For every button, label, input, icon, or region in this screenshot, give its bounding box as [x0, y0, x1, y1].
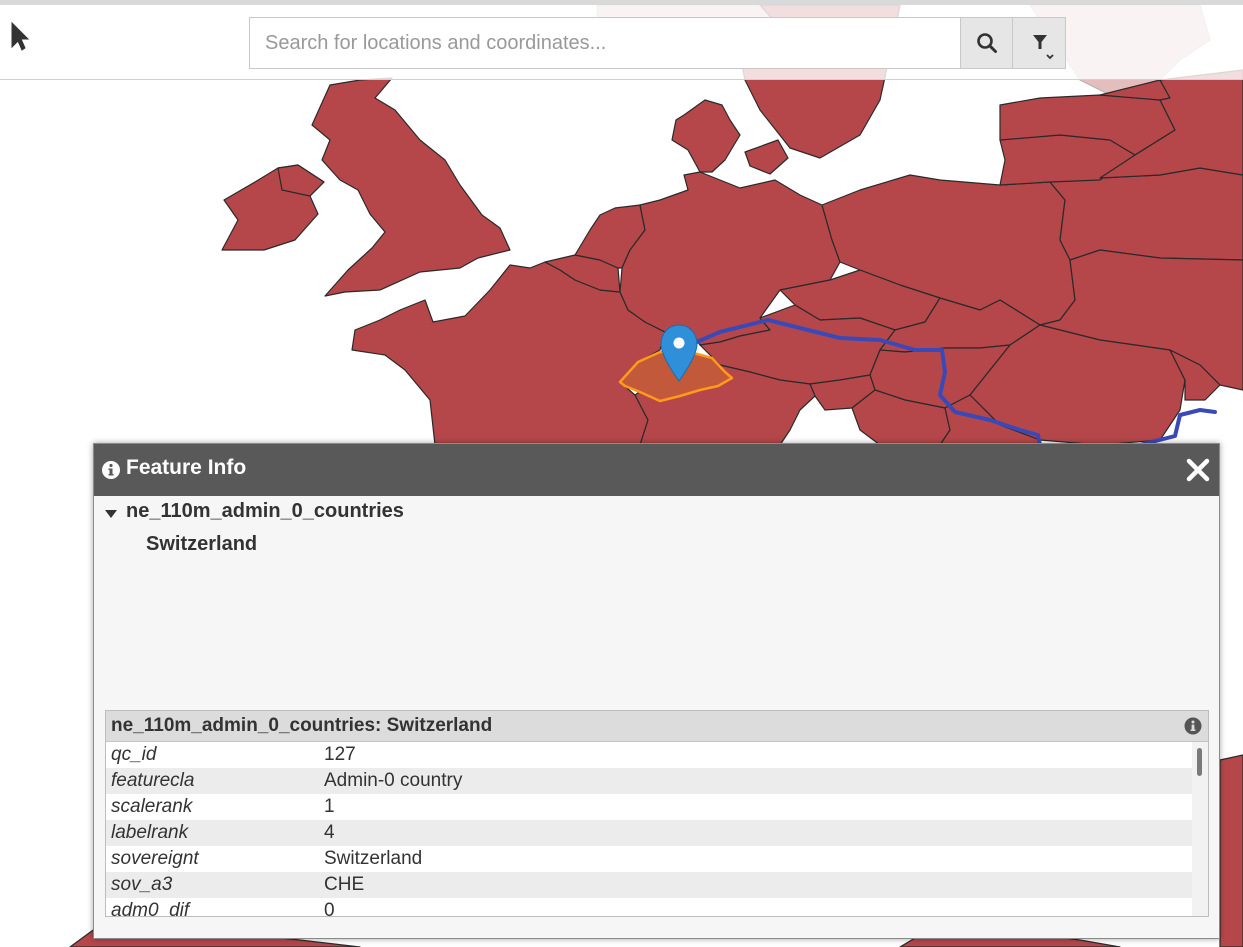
attribute-value: CHE — [324, 874, 365, 895]
info-icon[interactable] — [1184, 717, 1202, 735]
attribute-key: labelrank — [111, 822, 189, 843]
search-box — [249, 17, 1066, 69]
table-row: scalerank 1 — [106, 794, 1192, 820]
country-belarus[interactable] — [1049, 167, 1243, 261]
table-row: labelrank 4 — [106, 820, 1192, 846]
country-turkey-bottom[interactable] — [1219, 754, 1243, 947]
attribute-rows: qc_id 127 featurecla Admin-0 country sca… — [106, 742, 1192, 917]
feature-info-dialog: Feature Info ne_110m_admin_0_countries S… — [93, 443, 1220, 939]
search-input[interactable] — [250, 18, 960, 68]
filter-button[interactable] — [1012, 18, 1065, 68]
attribute-value: 4 — [324, 822, 335, 843]
table-row: sov_a3 CHE — [106, 872, 1192, 898]
close-icon — [1186, 458, 1210, 482]
close-button[interactable] — [1185, 457, 1211, 483]
caret-down-icon[interactable] — [104, 509, 118, 519]
dialog-header[interactable]: Feature Info — [94, 444, 1219, 496]
pointer-arrow-icon[interactable] — [10, 19, 30, 53]
attribute-value: 127 — [324, 744, 356, 765]
tree-layer-label: ne_110m_admin_0_countries — [126, 500, 404, 522]
attribute-key: sov_a3 — [111, 874, 173, 895]
attribute-value: Switzerland — [324, 848, 423, 869]
dialog-title: Feature Info — [126, 456, 247, 479]
scrollbar-thumb[interactable] — [1197, 748, 1202, 776]
attribute-scrollbar[interactable] — [1192, 742, 1208, 916]
attribute-key: scalerank — [111, 796, 193, 817]
attribute-table: ne_110m_admin_0_countries: Switzerland q… — [105, 710, 1209, 917]
attribute-value: 0 — [324, 900, 335, 917]
attribute-value: Admin-0 country — [324, 770, 463, 791]
table-row: sovereignt Switzerland — [106, 846, 1192, 872]
tree-feature-item[interactable]: Switzerland — [146, 533, 257, 556]
country-denmark[interactable] — [671, 99, 741, 173]
filter-icon — [1033, 35, 1054, 60]
search-button[interactable] — [960, 18, 1012, 68]
attribute-key: qc_id — [111, 744, 157, 765]
table-row: adm0_dif 0 — [106, 898, 1192, 917]
top-toolbar — [0, 0, 1243, 80]
table-row: featurecla Admin-0 country — [106, 768, 1192, 794]
attribute-key: sovereignt — [111, 848, 199, 869]
attribute-key: adm0_dif — [111, 900, 190, 917]
attribute-table-title: ne_110m_admin_0_countries: Switzerland — [111, 715, 493, 736]
attribute-key: featurecla — [111, 770, 195, 791]
info-icon — [102, 461, 120, 479]
table-row: qc_id 127 — [106, 742, 1192, 768]
attribute-table-header: ne_110m_admin_0_countries: Switzerland — [106, 711, 1208, 742]
attribute-value: 1 — [324, 796, 335, 817]
island-zealand[interactable] — [744, 139, 789, 175]
country-great-britain[interactable] — [311, 77, 511, 297]
search-icon — [977, 33, 997, 53]
